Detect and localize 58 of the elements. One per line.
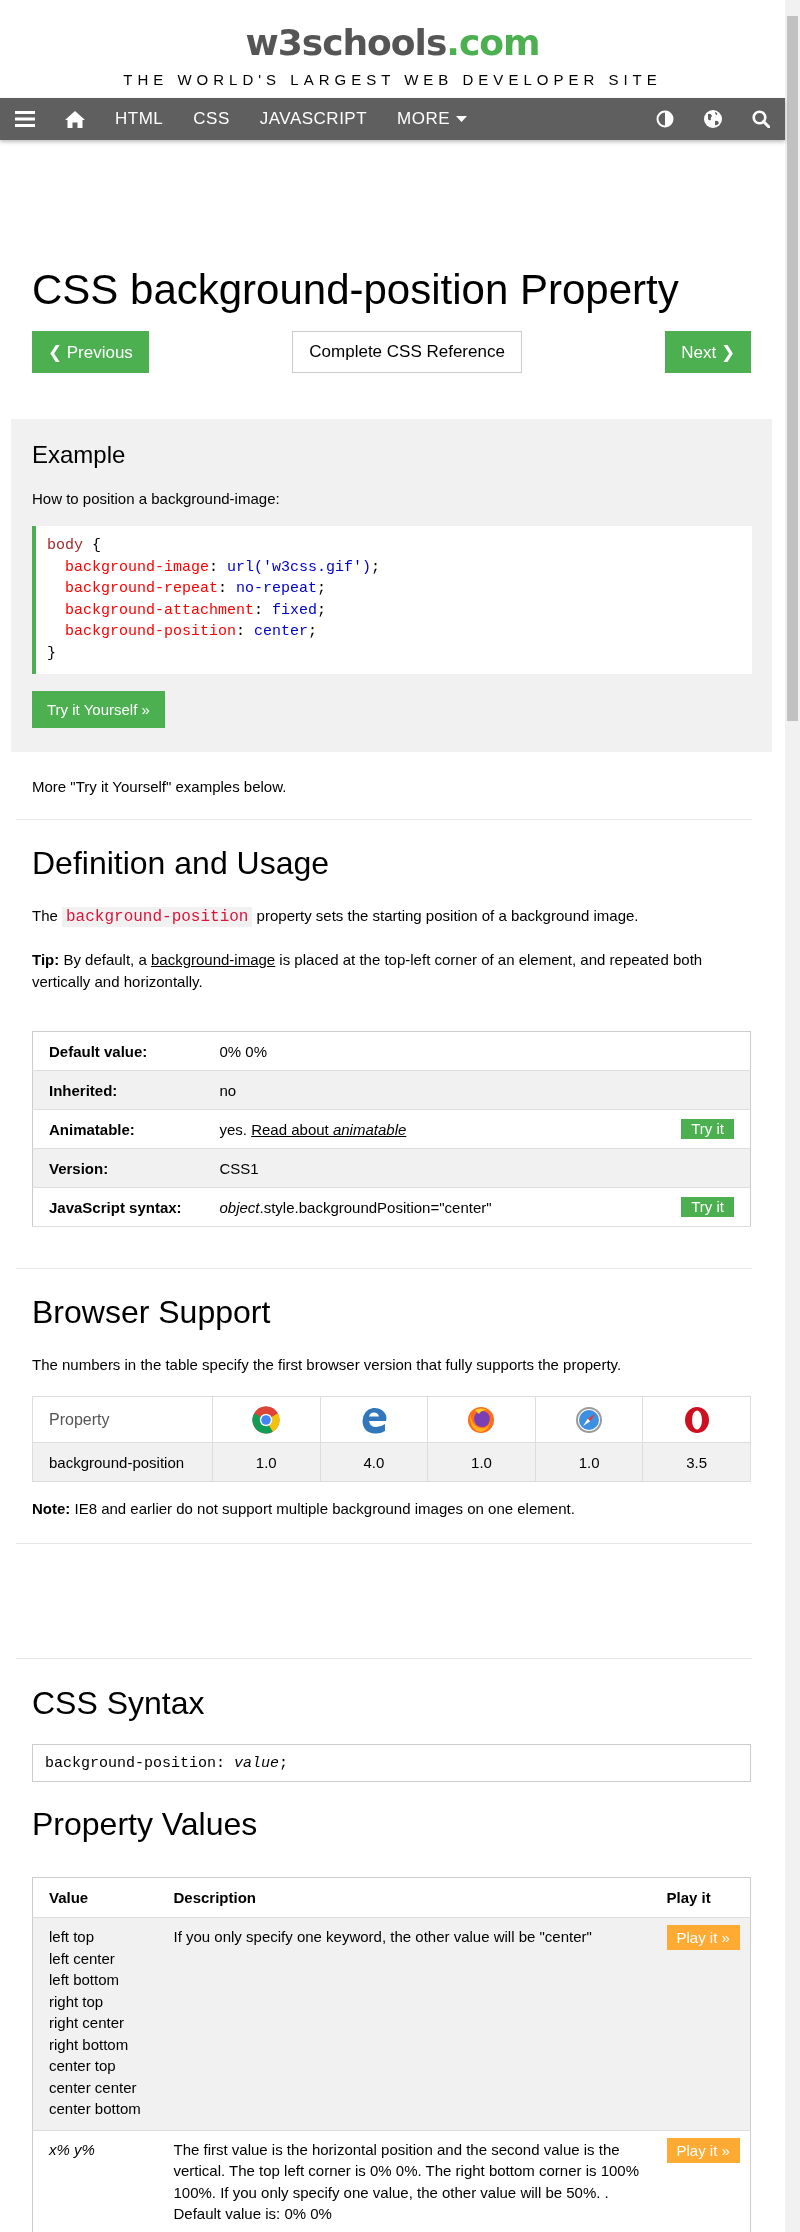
property-value: 0% 0% — [219, 1042, 268, 1060]
property-label: Inherited: — [32, 1070, 220, 1110]
search-icon[interactable] — [752, 110, 770, 128]
property-label: Version: — [32, 1148, 220, 1188]
ring-logo-icon — [682, 1405, 711, 1434]
value-list: x% y% — [49, 2138, 142, 2160]
property-value: no — [219, 1081, 237, 1099]
property-label: JavaScript syntax: — [32, 1187, 220, 1227]
version-cell: 4.0 — [320, 1442, 428, 1482]
support-intro: The numbers in the table specify the first browser version that fully supports the property. — [32, 1355, 623, 1375]
property-value: object.style.backgroundPosition="center" — [219, 1198, 492, 1216]
nav-link[interactable]: CSS — [178, 98, 245, 140]
section-heading: CSS Syntax — [32, 1684, 206, 1723]
tip-text: Tip: By default, a background-image is placed at the top-left corner of an element, and repeated both vertically and horizontally. — [32, 950, 704, 992]
section-heading: Definition and Usage — [32, 844, 331, 883]
example-heading: Example — [32, 440, 127, 470]
home-icon[interactable] — [65, 110, 85, 128]
code-example: body { background-image: url('w3css.gif'); background-repeat: no-repeat; background-attachment: fixed; background-position: center; } — [32, 526, 752, 674]
wheel-logo-icon — [252, 1405, 281, 1434]
property-value: yes. — [219, 1120, 247, 1138]
scrollbar-thumb[interactable] — [787, 16, 798, 721]
property-name: background-position — [32, 1442, 213, 1482]
caret-icon — [456, 116, 468, 122]
column-header: Description — [157, 1877, 659, 1918]
fox-globe-icon — [467, 1405, 496, 1434]
compass-icon — [575, 1405, 604, 1434]
nav-link[interactable]: JAVASCRIPT — [244, 98, 383, 140]
page-title: CSS background-position Property — [31, 265, 680, 315]
more-menu[interactable]: MORE — [382, 98, 483, 140]
column-header: Play it — [658, 1877, 751, 1918]
reference-button[interactable]: Complete CSS Reference — [292, 331, 522, 373]
value-list: left top left center left bottom right top right center right bottom center top center center center bottom — [49, 1926, 142, 2120]
column-header: Property — [32, 1396, 213, 1443]
globe-icon[interactable] — [704, 110, 722, 128]
property-label: Default value: — [32, 1031, 220, 1071]
example-intro: How to position a background-image: — [32, 489, 281, 509]
property-value: CSS1 — [219, 1159, 259, 1177]
examples-note: More "Try it Yourself" examples below. — [31, 777, 288, 797]
version-cell: 1.0 — [427, 1442, 536, 1482]
value-description: If you only specify one keyword, the other value will be "center" — [173, 1927, 593, 1947]
site-logo[interactable]: w3schools.com — [245, 20, 540, 66]
version-cell: 1.0 — [212, 1442, 321, 1482]
site-tagline: THE WORLD'S LARGEST WEB DEVELOPER SITE — [123, 70, 662, 90]
text-link[interactable]: Read about animatable — [251, 1120, 407, 1138]
version-cell: 3.5 — [642, 1442, 751, 1482]
section-heading: Property Values — [32, 1805, 259, 1844]
property-label: Animatable: — [32, 1109, 220, 1149]
column-header: Value — [32, 1877, 158, 1918]
definition-text: The background-position property sets the starting position of a background image. — [32, 906, 640, 928]
value-description: The first value is the horizontal position and the second value is the vertical. The top left corner is 0% 0%. The right bottom corner is 100% 100%. If you only specify one value, the other value will be 50%. . Default value is: 0% 0% — [173, 2139, 640, 2224]
text-link[interactable]: background-image — [150, 951, 276, 968]
menu-icon[interactable] — [15, 111, 35, 127]
section-heading: Browser Support — [32, 1293, 272, 1332]
contrast-icon[interactable] — [656, 110, 674, 128]
version-cell: 1.0 — [535, 1442, 643, 1482]
support-note: Note: IE8 and earlier do not support multiple background images on one element. — [32, 1499, 576, 1519]
syntax-code: background-position: value; — [32, 1744, 751, 1782]
nav-link[interactable]: HTML — [100, 98, 179, 140]
